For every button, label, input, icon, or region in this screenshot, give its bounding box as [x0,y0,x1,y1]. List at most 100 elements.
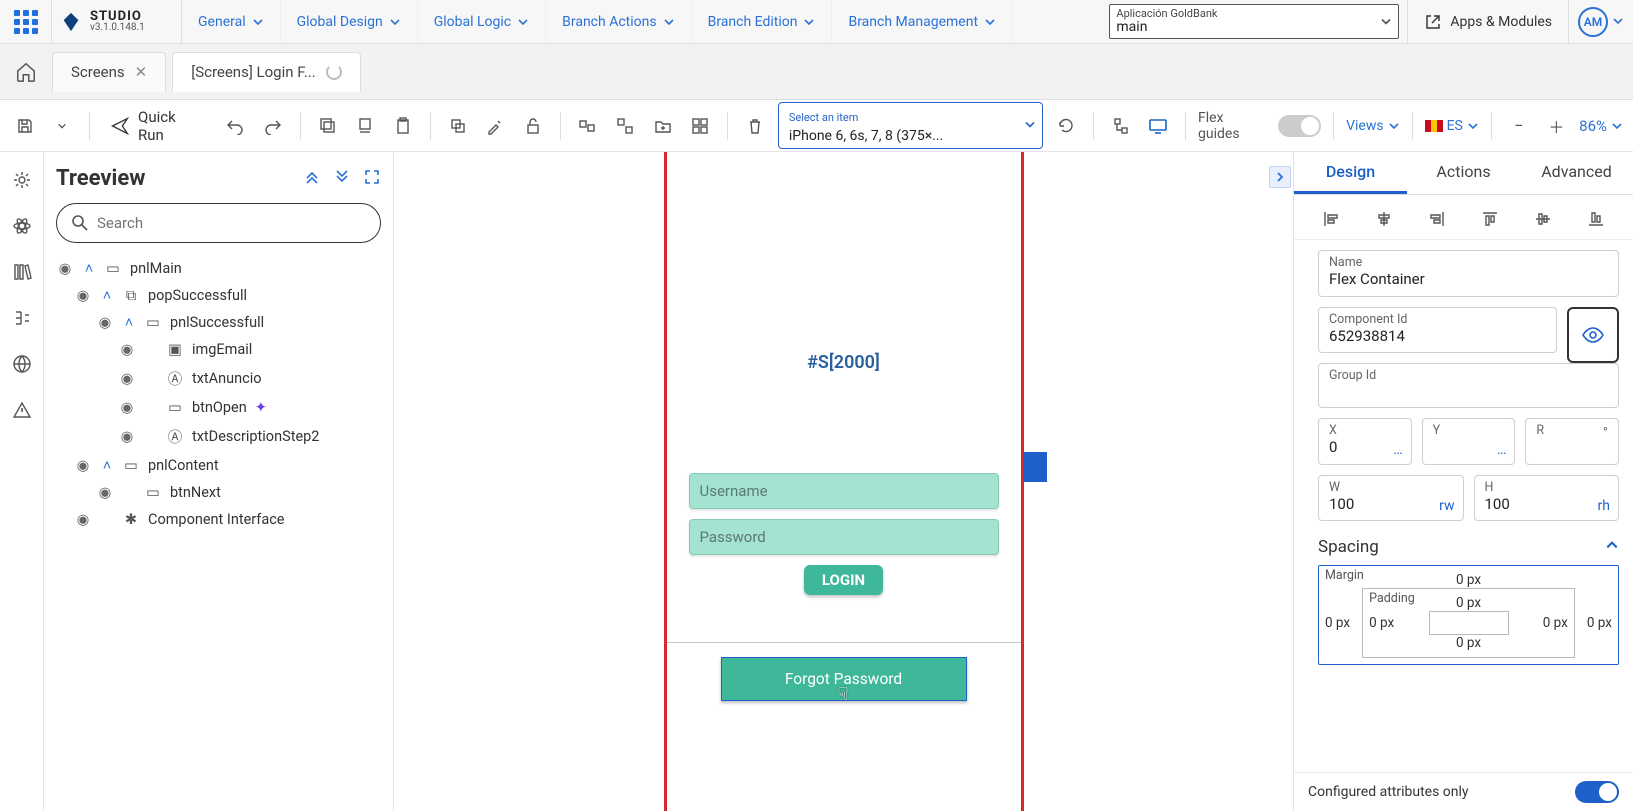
apps-modules-button[interactable]: Apps & Modules [1407,0,1569,43]
visibility-icon[interactable]: ◉ [96,484,114,501]
tree-node-popsuccessfull[interactable]: ◉ ˄ ⧉ popSuccessfull [56,282,381,309]
dup-style-button[interactable] [443,111,473,141]
tree-node-btnnext[interactable]: ◉ · ▭ btnNext [56,479,381,506]
group-button[interactable] [573,111,603,141]
library-rail-button[interactable] [8,258,36,286]
y-field[interactable]: Y … [1422,418,1516,465]
add-folder-button[interactable] [648,111,678,141]
visibility-icon[interactable]: ◉ [118,399,136,416]
tab-actions[interactable]: Actions [1407,152,1520,194]
align-top-icon[interactable] [1478,207,1502,231]
tree-node-pnlsuccessfull[interactable]: ◉ ˄ ▭ pnlSuccessfull [56,309,381,336]
grid-button[interactable] [686,111,716,141]
caret-up-icon[interactable]: ˄ [100,287,114,304]
selection-handle[interactable] [1023,452,1047,482]
tree-rail-button[interactable] [8,304,36,332]
zoom-out-button[interactable]: − [1504,111,1534,141]
canvas-username-input[interactable]: Username [689,473,999,509]
group-id-field[interactable]: Group Id [1318,363,1619,408]
visibility-icon[interactable]: ◉ [96,314,114,331]
tree-node-txtdescstep2[interactable]: ◉ · Ⓐ txtDescriptionStep2 [56,421,381,452]
tab-design[interactable]: Design [1294,152,1407,194]
zoom-in-button[interactable]: ＋ [1542,111,1572,141]
search-input[interactable] [97,214,366,232]
home-button[interactable] [0,61,52,83]
caret-up-icon[interactable]: ˄ [82,260,96,277]
visibility-toggle-button[interactable] [1567,307,1619,364]
spacing-editor[interactable]: Margin 0 px 0 px Padding 0 px 0 px 0 px … [1318,565,1619,665]
cut-button[interactable] [350,111,380,141]
canvas-forgot-button[interactable]: Forgot Password ☟ [721,657,967,701]
x-field[interactable]: X 0 … [1318,418,1412,465]
menu-general[interactable]: General [182,0,281,43]
close-icon[interactable]: ✕ [135,63,148,81]
tree-node-pnlmain[interactable]: ◉ ˄ ▭ pnlMain [56,255,381,282]
flex-guides-toggle[interactable]: Flex guides [1198,110,1321,142]
align-bottom-icon[interactable] [1584,207,1608,231]
switch-icon[interactable] [1575,781,1619,803]
canvas-login-button[interactable]: LOGIN [804,565,883,595]
align-right-icon[interactable] [1425,207,1449,231]
globe-rail-button[interactable] [8,350,36,378]
atoms-rail-button[interactable] [8,212,36,240]
design-canvas[interactable]: #S[2000] Username Password LOGIN Forgot … [394,152,1293,811]
ungroup-button[interactable] [610,111,640,141]
name-field[interactable]: Name Flex Container [1318,250,1619,297]
tree-node-component-interface[interactable]: ◉ · ✱ Component Interface [56,506,381,533]
copy-button[interactable] [313,111,343,141]
eyedropper-button[interactable] [480,111,510,141]
configured-attrs-toggle[interactable]: Configured attributes only [1294,772,1633,811]
h-field[interactable]: H 100 rh [1474,475,1620,522]
layout-tree-button[interactable] [1106,111,1136,141]
language-selector[interactable]: ES [1425,118,1479,134]
visibility-icon[interactable]: ◉ [118,370,136,387]
switch-icon[interactable] [1278,115,1321,137]
tab-screens[interactable]: Screens ✕ [52,52,166,92]
collapse-all-icon[interactable] [303,168,321,190]
redo-button[interactable] [258,111,288,141]
tree-node-pnlcontent[interactable]: ◉ ˄ ▭ pnlContent [56,452,381,479]
tab-login-screen[interactable]: [Screens] Login F... [172,52,360,92]
user-menu[interactable]: AM [1569,0,1633,43]
tab-advanced[interactable]: Advanced [1520,152,1633,194]
align-center-v-icon[interactable] [1531,207,1555,231]
caret-up-icon[interactable]: ˄ [122,314,136,331]
menu-global-design[interactable]: Global Design [281,0,418,43]
r-field[interactable]: R ° [1525,418,1619,465]
visibility-icon[interactable]: ◉ [56,260,74,277]
canvas-password-input[interactable]: Password [689,519,999,555]
zoom-selector[interactable]: 86% [1579,117,1623,135]
refresh-button[interactable] [1051,111,1081,141]
warnings-rail-button[interactable] [8,396,36,424]
spacing-section-header[interactable]: Spacing [1318,537,1619,557]
caret-up-icon[interactable]: ˄ [100,457,114,474]
tree-node-btnopen[interactable]: ◉ · ▭ btnOpen ✦ [56,394,381,421]
save-button[interactable] [10,111,40,141]
save-dropdown-button[interactable] [48,111,78,141]
menu-branch-edition[interactable]: Branch Edition [692,0,833,43]
menu-global-logic[interactable]: Global Logic [418,0,546,43]
align-center-h-icon[interactable] [1372,207,1396,231]
quick-run-button[interactable]: Quick Run [102,108,212,144]
visibility-icon[interactable]: ◉ [118,428,136,445]
views-selector[interactable]: Views [1346,118,1400,134]
visibility-icon[interactable]: ◉ [74,287,92,304]
app-launcher-button[interactable] [0,0,52,43]
visibility-icon[interactable]: ◉ [74,511,92,528]
tree-node-imgemail[interactable]: ◉ · ▣ imgEmail [56,336,381,363]
menu-branch-actions[interactable]: Branch Actions [546,0,691,43]
device-preview-button[interactable] [1143,111,1173,141]
paste-button[interactable] [388,111,418,141]
treeview-search[interactable] [56,203,381,243]
fullscreen-icon[interactable] [363,168,381,190]
undo-button[interactable] [220,111,250,141]
settings-rail-button[interactable] [8,166,36,194]
tree-node-txtanuncio[interactable]: ◉ · Ⓐ txtAnuncio [56,363,381,394]
collapse-props-button[interactable] [1269,166,1291,188]
menu-branch-management[interactable]: Branch Management [832,0,1013,43]
project-selector[interactable]: Aplicación GoldBank main [1109,4,1399,39]
align-left-icon[interactable] [1319,207,1343,231]
device-selector[interactable]: Select an item iPhone 6, 6s, 7, 8 (375×.… [778,102,1043,149]
delete-button[interactable] [740,111,770,141]
visibility-icon[interactable]: ◉ [118,341,136,358]
